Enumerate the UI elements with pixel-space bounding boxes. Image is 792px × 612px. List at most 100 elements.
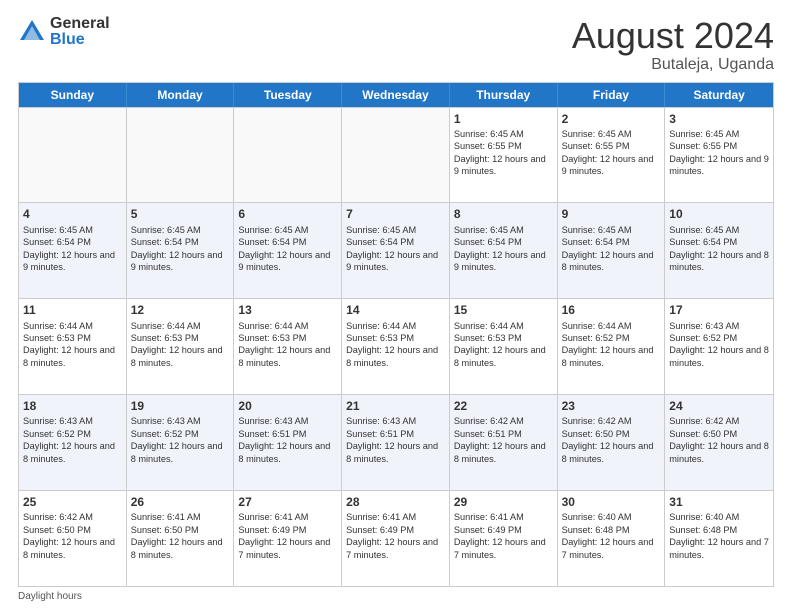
day-info: Sunset: 6:53 PM	[454, 332, 553, 344]
day-info: Sunrise: 6:45 AM	[669, 128, 769, 140]
day-info: Sunset: 6:50 PM	[131, 524, 230, 536]
day-info: Sunset: 6:48 PM	[669, 524, 769, 536]
day-info: Sunrise: 6:45 AM	[562, 128, 661, 140]
day-number: 21	[346, 398, 445, 414]
day-info: Sunrise: 6:44 AM	[562, 320, 661, 332]
calendar-cell: 26Sunrise: 6:41 AMSunset: 6:50 PMDayligh…	[127, 491, 235, 586]
day-number: 15	[454, 302, 553, 318]
day-info: Sunset: 6:53 PM	[131, 332, 230, 344]
day-info: Sunset: 6:50 PM	[669, 428, 769, 440]
day-info: Daylight: 12 hours and 8 minutes.	[131, 536, 230, 561]
day-of-week-wednesday: Wednesday	[342, 83, 450, 107]
calendar-cell: 2Sunrise: 6:45 AMSunset: 6:55 PMDaylight…	[558, 108, 666, 203]
calendar-cell: 25Sunrise: 6:42 AMSunset: 6:50 PMDayligh…	[19, 491, 127, 586]
day-info: Sunrise: 6:44 AM	[23, 320, 122, 332]
day-info: Sunset: 6:54 PM	[23, 236, 122, 248]
calendar-cell: 21Sunrise: 6:43 AMSunset: 6:51 PMDayligh…	[342, 395, 450, 490]
calendar-cell: 28Sunrise: 6:41 AMSunset: 6:49 PMDayligh…	[342, 491, 450, 586]
calendar-cell: 22Sunrise: 6:42 AMSunset: 6:51 PMDayligh…	[450, 395, 558, 490]
day-info: Sunrise: 6:43 AM	[669, 320, 769, 332]
day-info: Sunset: 6:51 PM	[346, 428, 445, 440]
day-of-week-monday: Monday	[127, 83, 235, 107]
day-number: 17	[669, 302, 769, 318]
logo-blue: Blue	[50, 32, 110, 48]
day-of-week-friday: Friday	[558, 83, 666, 107]
calendar-cell: 24Sunrise: 6:42 AMSunset: 6:50 PMDayligh…	[665, 395, 773, 490]
header: General Blue August 2024 Butaleja, Ugand…	[18, 16, 774, 74]
day-number: 30	[562, 494, 661, 510]
day-number: 29	[454, 494, 553, 510]
title-block: August 2024 Butaleja, Uganda	[572, 16, 774, 74]
day-info: Daylight: 12 hours and 7 minutes.	[669, 536, 769, 561]
day-info: Sunset: 6:53 PM	[346, 332, 445, 344]
day-info: Daylight: 12 hours and 7 minutes.	[346, 536, 445, 561]
day-number: 19	[131, 398, 230, 414]
calendar-cell: 14Sunrise: 6:44 AMSunset: 6:53 PMDayligh…	[342, 299, 450, 394]
day-number: 27	[238, 494, 337, 510]
logo: General Blue	[18, 16, 110, 48]
day-info: Daylight: 12 hours and 8 minutes.	[23, 344, 122, 369]
day-info: Sunset: 6:51 PM	[238, 428, 337, 440]
day-info: Sunset: 6:49 PM	[346, 524, 445, 536]
day-info: Sunrise: 6:43 AM	[23, 415, 122, 427]
logo-text: General Blue	[50, 16, 110, 48]
day-number: 3	[669, 111, 769, 127]
day-number: 8	[454, 206, 553, 222]
day-info: Daylight: 12 hours and 8 minutes.	[669, 440, 769, 465]
calendar-cell: 18Sunrise: 6:43 AMSunset: 6:52 PMDayligh…	[19, 395, 127, 490]
day-of-week-sunday: Sunday	[19, 83, 127, 107]
calendar-cell: 15Sunrise: 6:44 AMSunset: 6:53 PMDayligh…	[450, 299, 558, 394]
day-info: Sunset: 6:54 PM	[562, 236, 661, 248]
day-info: Sunrise: 6:43 AM	[238, 415, 337, 427]
calendar-cell	[19, 108, 127, 203]
day-number: 4	[23, 206, 122, 222]
day-number: 28	[346, 494, 445, 510]
day-info: Daylight: 12 hours and 7 minutes.	[562, 536, 661, 561]
calendar-cell: 31Sunrise: 6:40 AMSunset: 6:48 PMDayligh…	[665, 491, 773, 586]
calendar-cell: 1Sunrise: 6:45 AMSunset: 6:55 PMDaylight…	[450, 108, 558, 203]
day-info: Sunset: 6:54 PM	[669, 236, 769, 248]
day-info: Sunrise: 6:45 AM	[562, 224, 661, 236]
day-of-week-saturday: Saturday	[665, 83, 773, 107]
day-info: Daylight: 12 hours and 8 minutes.	[23, 440, 122, 465]
day-info: Sunset: 6:52 PM	[562, 332, 661, 344]
day-number: 20	[238, 398, 337, 414]
day-info: Sunset: 6:51 PM	[454, 428, 553, 440]
day-info: Daylight: 12 hours and 8 minutes.	[238, 440, 337, 465]
day-info: Sunrise: 6:41 AM	[131, 511, 230, 523]
day-info: Sunrise: 6:45 AM	[238, 224, 337, 236]
calendar-cell: 20Sunrise: 6:43 AMSunset: 6:51 PMDayligh…	[234, 395, 342, 490]
calendar-cell: 8Sunrise: 6:45 AMSunset: 6:54 PMDaylight…	[450, 203, 558, 298]
day-info: Daylight: 12 hours and 9 minutes.	[23, 249, 122, 274]
day-info: Sunrise: 6:44 AM	[131, 320, 230, 332]
day-info: Daylight: 12 hours and 8 minutes.	[669, 249, 769, 274]
day-number: 25	[23, 494, 122, 510]
location: Butaleja, Uganda	[572, 56, 774, 74]
day-info: Daylight: 12 hours and 7 minutes.	[454, 536, 553, 561]
day-info: Sunset: 6:49 PM	[238, 524, 337, 536]
day-info: Daylight: 12 hours and 7 minutes.	[238, 536, 337, 561]
calendar-header: SundayMondayTuesdayWednesdayThursdayFrid…	[19, 83, 773, 107]
day-info: Daylight: 12 hours and 8 minutes.	[669, 344, 769, 369]
day-number: 7	[346, 206, 445, 222]
day-info: Daylight: 12 hours and 8 minutes.	[454, 344, 553, 369]
calendar-cell: 12Sunrise: 6:44 AMSunset: 6:53 PMDayligh…	[127, 299, 235, 394]
day-number: 16	[562, 302, 661, 318]
day-number: 10	[669, 206, 769, 222]
day-number: 31	[669, 494, 769, 510]
day-number: 1	[454, 111, 553, 127]
day-info: Sunrise: 6:41 AM	[238, 511, 337, 523]
calendar-cell: 11Sunrise: 6:44 AMSunset: 6:53 PMDayligh…	[19, 299, 127, 394]
day-info: Sunrise: 6:40 AM	[562, 511, 661, 523]
day-info: Sunrise: 6:43 AM	[131, 415, 230, 427]
day-info: Sunrise: 6:45 AM	[454, 224, 553, 236]
day-info: Daylight: 12 hours and 9 minutes.	[454, 249, 553, 274]
day-info: Sunrise: 6:41 AM	[454, 511, 553, 523]
day-info: Sunrise: 6:42 AM	[669, 415, 769, 427]
calendar-row: 18Sunrise: 6:43 AMSunset: 6:52 PMDayligh…	[19, 394, 773, 490]
day-info: Sunrise: 6:43 AM	[346, 415, 445, 427]
day-info: Sunrise: 6:45 AM	[131, 224, 230, 236]
day-number: 22	[454, 398, 553, 414]
day-info: Daylight: 12 hours and 8 minutes.	[346, 440, 445, 465]
day-info: Sunset: 6:54 PM	[238, 236, 337, 248]
